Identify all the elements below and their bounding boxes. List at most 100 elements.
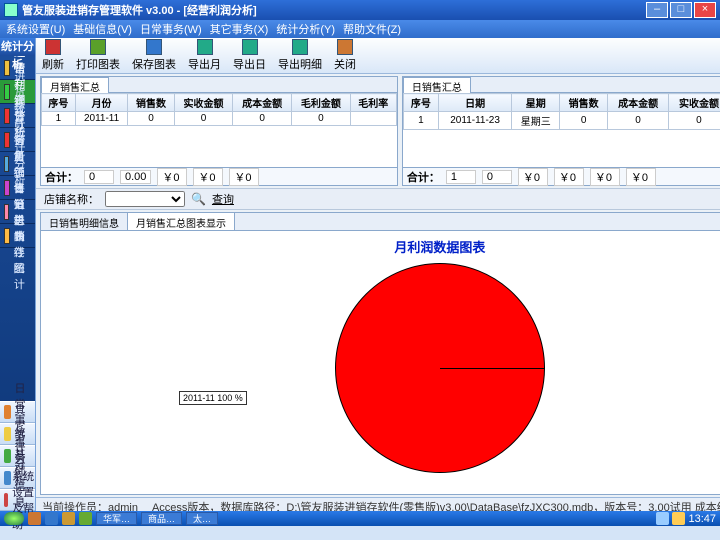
quick-icon[interactable]: [79, 512, 92, 525]
total-val: ￥0: [626, 168, 656, 186]
quick-icon[interactable]: [28, 512, 41, 525]
close-icon: [337, 39, 353, 55]
save-button[interactable]: 保存图表: [132, 39, 176, 72]
tool-label: 导出日: [233, 56, 266, 72]
system-tray[interactable]: 13:47: [656, 512, 716, 525]
taskbar-task[interactable]: 商品…: [141, 512, 182, 525]
tray-icon[interactable]: [672, 512, 685, 525]
col-header[interactable]: 实收金额: [669, 94, 720, 112]
tray-icon[interactable]: [656, 512, 669, 525]
col-header[interactable]: 销售数: [560, 94, 608, 112]
tool-label: 导出月: [188, 56, 221, 72]
search-row: 店铺名称： 🔍 查询: [36, 188, 720, 210]
col-header[interactable]: 星期: [512, 94, 560, 112]
quick-icon[interactable]: [45, 512, 58, 525]
taskbar-task[interactable]: 太…: [186, 512, 218, 525]
menu-basic[interactable]: 基础信息(V): [73, 21, 132, 37]
maximize-button[interactable]: □: [670, 2, 692, 18]
day-table-box: 日销售汇总 序号日期星期销售数成本金额实收金额毛利金额毛利率12011-11-2…: [402, 76, 720, 186]
tool-label: 关闭: [334, 56, 356, 72]
total-val: ￥0: [590, 168, 620, 186]
in-icon: [4, 108, 10, 124]
export-icon: [292, 39, 308, 55]
export-month-button[interactable]: 导出月: [188, 39, 221, 72]
total-val: 0: [482, 170, 512, 184]
cell: 0: [233, 112, 292, 126]
total-val: 0.00: [120, 170, 151, 184]
day-grid[interactable]: 序号日期星期销售数成本金额实收金额毛利金额毛利率12011-11-23星期三00…: [403, 93, 720, 167]
total-label: 合计：: [45, 169, 78, 185]
calendar-icon: [4, 228, 10, 244]
col-header[interactable]: 序号: [42, 94, 76, 112]
menu-stats[interactable]: 统计分析(Y): [276, 21, 335, 37]
col-header[interactable]: 毛利金额: [292, 94, 351, 112]
tool-label: 打印图表: [76, 56, 120, 72]
cell: 1: [403, 112, 438, 130]
col-header[interactable]: 毛利率: [350, 94, 396, 112]
col-header[interactable]: 成本金额: [608, 94, 669, 112]
col-header[interactable]: 成本金额: [233, 94, 292, 112]
export-day-button[interactable]: 导出日: [233, 39, 266, 72]
tab-detail[interactable]: 日销售明细信息: [41, 213, 128, 230]
print-icon: [90, 39, 106, 55]
col-header[interactable]: 月份: [75, 94, 128, 112]
menu-system[interactable]: 系统设置(U): [6, 21, 65, 37]
sidebar-item-daily-inv[interactable]: 每日进销存统计: [0, 224, 35, 248]
coins-icon: [4, 427, 11, 441]
col-header[interactable]: 销售数: [128, 94, 174, 112]
menu-other[interactable]: 其它事务(X): [210, 21, 269, 37]
tool-label: 导出明细: [278, 56, 322, 72]
minimize-button[interactable]: –: [646, 2, 668, 18]
month-grid[interactable]: 序号月份销售数实收金额成本金额毛利金额毛利率12011-110000: [41, 93, 397, 167]
chart-body: 月利润数据图表 0 2011-11 2011-11 100 %: [41, 231, 720, 494]
total-val: 0: [84, 170, 114, 184]
titlebar: 管友服装进销存管理软件 v3.00 - [经营利润分析] – □ ×: [0, 0, 720, 20]
export-detail-button[interactable]: 导出明细: [278, 39, 322, 72]
status-info: Access版本，数据库路径：D:\管友服装进销存软件(零售版)v3.00\Da…: [152, 499, 720, 510]
total-val: ￥0: [518, 168, 548, 186]
cell: 0: [560, 112, 608, 130]
start-button[interactable]: [4, 512, 24, 525]
statusbar: 当前操作员：admin Access版本，数据库路径：D:\管友服装进销存软件(…: [36, 497, 720, 511]
quick-icon[interactable]: [62, 512, 75, 525]
taskbar-task[interactable]: 华军…: [96, 512, 137, 525]
cell: 星期三: [512, 112, 560, 130]
cell: 2011-11-23: [438, 112, 511, 130]
total-val: ￥0: [554, 168, 584, 186]
out-icon: [4, 132, 10, 148]
table-row[interactable]: 12011-110000: [42, 112, 397, 126]
pie-chart: [335, 263, 545, 473]
table-row[interactable]: 12011-11-23星期三0000: [403, 112, 720, 130]
month-tab: 月销售汇总: [41, 77, 397, 93]
refresh-button[interactable]: 刷新: [42, 39, 64, 72]
tab-chart[interactable]: 月销售汇总图表显示: [128, 213, 235, 230]
sidebar-bottom: 日常事务 其它事务 统计分析 基础信息 系统设置及帮助: [0, 401, 35, 511]
nav-system[interactable]: 系统设置及帮助: [0, 489, 35, 511]
close-tab-button[interactable]: 关闭: [334, 39, 356, 72]
total-val: 1: [446, 170, 476, 184]
day-total: 合计： 1 0 ￥0 ￥0 ￥0 ￥0: [403, 167, 720, 185]
menubar: 系统设置(U) 基础信息(V) 日常事务(W) 其它事务(X) 统计分析(Y) …: [0, 20, 720, 38]
col-header[interactable]: 序号: [403, 94, 438, 112]
cell: [350, 112, 396, 126]
query-button[interactable]: 查询: [212, 191, 234, 207]
shop-select[interactable]: [105, 191, 185, 207]
chart-area: 日销售明细信息 月销售汇总图表显示 月利润数据图表 0 2011-11 2011…: [40, 212, 720, 495]
sidebar-list: 商品进销存统计 经营利润分析 进货统计分析 销售统计分析 会员销售统计分析 各月…: [0, 56, 35, 401]
total-val: ￥0: [157, 168, 187, 186]
col-header[interactable]: 实收金额: [174, 94, 233, 112]
day-tab: 日销售汇总: [403, 77, 720, 93]
grid-icon: [4, 471, 11, 485]
print-button[interactable]: 打印图表: [76, 39, 120, 72]
month-total: 合计： 0 0.00 ￥0 ￥0 ￥0: [41, 167, 397, 185]
taskbar: 华军… 商品… 太… 13:47: [0, 511, 720, 526]
close-button[interactable]: ×: [694, 2, 716, 18]
total-val: ￥0: [229, 168, 259, 186]
dollar-icon: [4, 84, 10, 100]
menu-help[interactable]: 帮助文件(Z): [343, 21, 401, 37]
cart-icon: [4, 405, 11, 419]
window-title: 管友服装进销存管理软件 v3.00 - [经营利润分析]: [22, 2, 644, 18]
menu-daily[interactable]: 日常事务(W): [140, 21, 202, 37]
col-header[interactable]: 日期: [438, 94, 511, 112]
stats-icon: [4, 449, 11, 463]
